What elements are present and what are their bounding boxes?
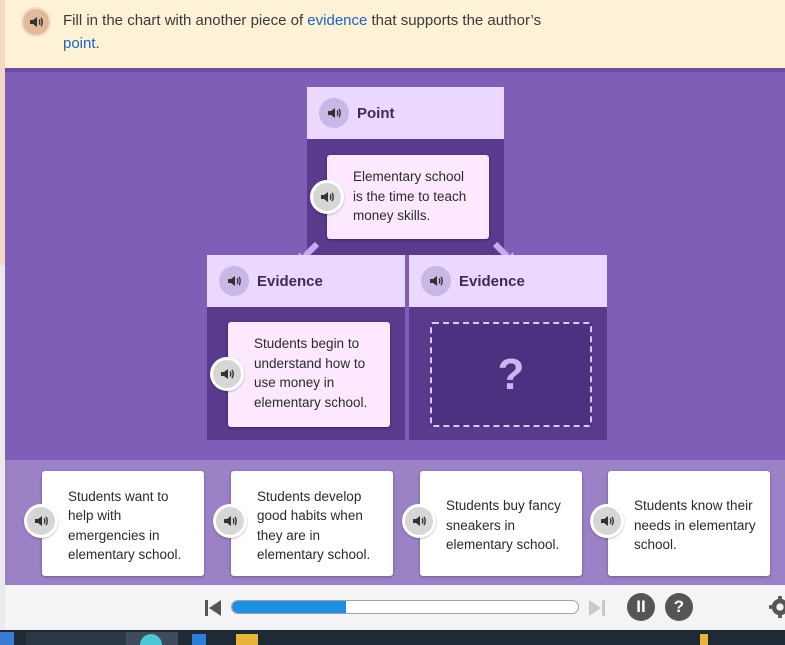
skip-back-icon[interactable] [203,598,223,618]
point-label-audio-button[interactable] [319,98,349,128]
tray-icon[interactable] [700,634,708,645]
answer-audio-wrap-3 [402,504,436,538]
os-taskbar [0,630,785,645]
answer-4-audio-button[interactable] [590,504,624,538]
instruction-text-after: . [95,35,100,52]
answer-card-3[interactable]: Students buy fancy sneakers in elementar… [420,471,582,576]
instruction-text-middle: that supports the author’s [367,12,542,29]
speaker-icon [221,369,234,379]
speaker-icon [328,108,341,118]
answer-text-2: Students develop good habits when they a… [257,488,371,563]
answer-text-1: Students want to help with emergencies i… [68,488,182,563]
speaker-icon [35,516,48,526]
folder-icon[interactable] [236,634,258,645]
point-card-audio-button[interactable] [310,180,344,214]
help-button[interactable]: ? [665,593,693,621]
answer-audio-wrap-1 [24,504,58,538]
answer-audio-wrap-2 [213,504,247,538]
evidence-left-card-audio-wrap [210,357,244,391]
progress-fill [232,601,347,613]
answer-audio-wrap-4 [590,504,624,538]
start-button[interactable] [0,632,14,645]
point-label-box: Point [307,87,504,139]
evidence-link[interactable]: evidence [307,12,367,29]
speaker-icon [224,516,237,526]
speaker-icon [601,516,614,526]
answer-tray: Students want to help with emergencies i… [5,460,785,585]
answer-card-2[interactable]: Students develop good habits when they a… [231,471,393,576]
point-card: Elementary school is the time to teach m… [327,155,489,239]
skip-forward-icon[interactable] [587,598,607,618]
instruction-audio-button[interactable] [21,7,51,37]
point-text: Elementary school is the time to teach m… [353,169,467,223]
instruction-text: Fill in the chart with another piece of … [63,9,563,55]
evidence-left-label: Evidence [257,272,323,290]
evidence-right-label-box: Evidence [409,255,607,307]
evidence-right-label-audio-button[interactable] [421,266,451,296]
speaker-icon [321,192,334,202]
progress-bar[interactable] [231,600,579,614]
chart-stage: Point Elementary school is the time to t… [5,68,785,460]
evidence-right-label: Evidence [459,272,525,290]
taskbar-search[interactable] [26,632,126,645]
speaker-icon [228,276,241,286]
help-icon: ? [673,597,685,616]
point-card-audio-wrap [310,180,344,214]
pause-icon: II [636,597,646,616]
edge-icon[interactable] [192,634,206,645]
drop-zone-question-mark: ? [497,349,525,399]
pause-button[interactable]: II [627,593,655,621]
point-link[interactable]: point [63,35,96,52]
answer-text-4: Students know their needs in elementary … [634,498,756,553]
instruction-text-before: Fill in the chart with another piece of [63,12,308,29]
point-label: Point [357,104,395,122]
answer-card-1[interactable]: Students want to help with emergencies i… [42,471,204,576]
evidence-left-label-box: Evidence [207,255,405,307]
answer-card-4[interactable]: Students know their needs in elementary … [608,471,770,576]
evidence-left-label-audio-button[interactable] [219,266,249,296]
answer-1-audio-button[interactable] [24,504,58,538]
evidence-left-card-audio-button[interactable] [210,357,244,391]
speaker-icon [30,17,43,27]
instruction-banner: Fill in the chart with another piece of … [5,0,785,68]
speaker-icon [413,516,426,526]
speaker-icon [430,276,443,286]
answer-text-3: Students buy fancy sneakers in elementar… [446,498,561,553]
evidence-left-card: Students begin to understand how to use … [228,322,390,427]
evidence-left-text: Students begin to understand how to use … [254,336,368,410]
gear-icon[interactable] [769,595,785,619]
answer-2-audio-button[interactable] [213,504,247,538]
answer-3-audio-button[interactable] [402,504,436,538]
playback-controls: II ? [5,585,785,630]
evidence-drop-zone[interactable]: ? [430,322,592,427]
